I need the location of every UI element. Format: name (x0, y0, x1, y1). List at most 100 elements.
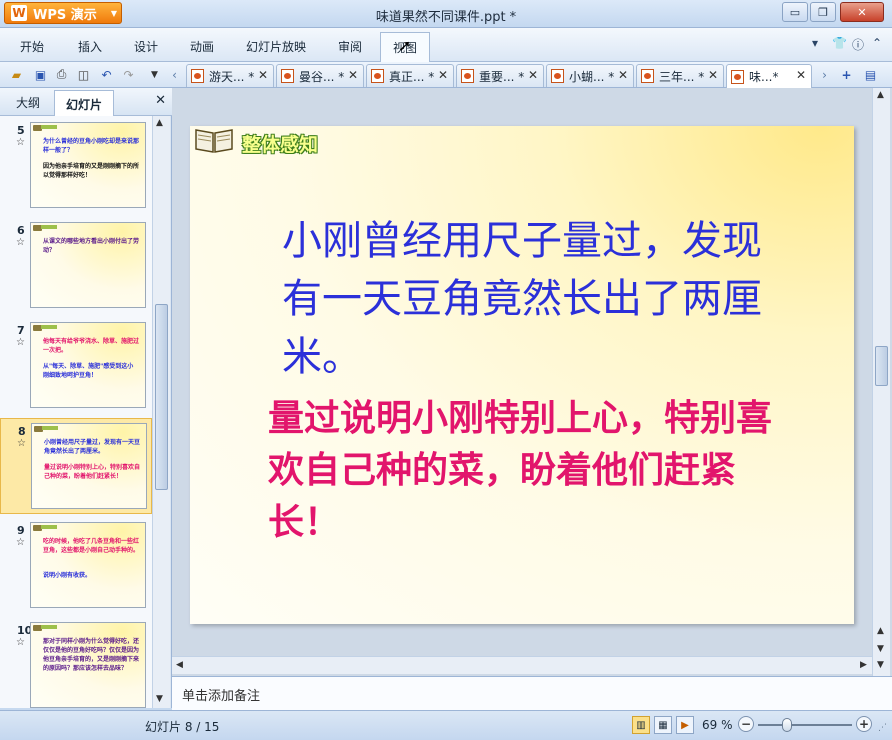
slide-thumbnail[interactable]: 为什么曾经的豆角小刚吃却是来说那样一般了？ 因为他亲手培育的又是刚刚摘下的所以觉得… (30, 122, 146, 208)
print-preview-icon[interactable]: ◫ (75, 66, 92, 83)
open-folder-icon[interactable]: ▰ (8, 66, 25, 83)
tab-close-icon[interactable]: ✕ (618, 68, 628, 82)
menu-review[interactable]: 审阅 (338, 38, 362, 55)
thumbnail-heading-bar (41, 525, 57, 529)
slide-thumbnail-row[interactable]: 7 ☆ 他每天有给爷爷浇水、除草、施肥过一次把。 从"每天、除草、施肥"感受到这小刚细… (0, 318, 152, 414)
thumbnail-text: 他每天有给爷爷浇水、除草、施肥过一次把。 (43, 338, 140, 354)
thumbnail-heading-bar (41, 225, 57, 229)
slide-heading[interactable]: 整体感知 (242, 130, 318, 157)
scroll-right-icon[interactable]: ▶ (860, 660, 867, 670)
slide-thumbnail[interactable]: 他每天有给爷爷浇水、除草、施肥过一次把。 从"每天、除草、施肥"感受到这小刚细致地… (30, 322, 146, 408)
current-slide[interactable]: 整体感知 小刚曾经用尺子量过，发现有一天豆角竟然长出了两厘米。 量过说明小刚特别… (190, 126, 854, 624)
tab-slides[interactable]: 幻灯片 (54, 90, 115, 116)
doc-tab[interactable]: 真正... * ✕ (366, 64, 454, 87)
book-icon (195, 129, 233, 153)
menu-slideshow[interactable]: 幻灯片放映 (246, 38, 306, 55)
quick-toolbar: ▰ ▣ ⎙ ◫ ↶ ↷ ▼ ‹ 游天... * ✕ 曼谷... * ✕ 真正..… (0, 62, 892, 88)
tab-close-icon[interactable]: ✕ (258, 68, 268, 82)
zoom-slider[interactable] (758, 724, 852, 726)
tab-close-icon[interactable]: ✕ (796, 68, 806, 82)
close-icon[interactable]: ✕ (155, 93, 166, 108)
thumbnail-heading-bar (41, 325, 57, 329)
doc-tab[interactable]: 重要... * ✕ (456, 64, 544, 87)
close-button[interactable]: ✕ (840, 2, 884, 22)
print-icon[interactable]: ⎙ (53, 66, 70, 83)
help-icon[interactable]: ⓘ (852, 36, 864, 53)
minimize-button[interactable]: ▭ (782, 2, 808, 22)
slide-thumbnail[interactable]: 吃的时候，他吃了几条豆角和一些红豆角，这些都是小刚自己动手种的。 说明小刚有收获。 (30, 522, 146, 608)
scrollbar-thumb[interactable] (155, 304, 168, 490)
menu-animation[interactable]: 动画 (190, 38, 214, 55)
notes-placeholder[interactable]: 单击添加备注 (182, 685, 260, 704)
slideshow-icon[interactable]: ▶ (676, 716, 694, 734)
slide-text-blue[interactable]: 小刚曾经用尺子量过，发现有一天豆角竟然长出了两厘米。 (282, 212, 792, 386)
tab-close-icon[interactable]: ✕ (438, 68, 448, 82)
doc-tab[interactable]: 游天... * ✕ (186, 64, 274, 87)
thumbnail-text: 从课文的哪些地方看出小刚付出了劳动？ (43, 238, 140, 254)
slide-text-pink[interactable]: 量过说明小刚特别上心，特别喜欢自己种的菜，盼着他们赶紧长！ (268, 392, 788, 548)
doc-tab[interactable]: 小蝴... * ✕ (546, 64, 634, 87)
slide-thumbnail-row[interactable]: 8 ☆ 小刚曾经用尺子量过，发现有一天豆角竟然长出了两厘米。 量过说明小刚特别上心，特… (0, 418, 152, 514)
thumbnail-text: 量过说明小刚特别上心，特别喜欢自己种的菜，盼着他们赶紧长！ (44, 464, 141, 480)
doc-tab[interactable]: 三年... * ✕ (636, 64, 724, 87)
tabs-scroll-left-icon[interactable]: ‹ (166, 66, 183, 83)
thumbnail-scrollbar[interactable]: ▲ ▼ (152, 116, 170, 708)
zoom-out-icon[interactable]: − (738, 716, 754, 732)
slide-thumbnail[interactable]: 那对于同样小刚为什么觉得好吃，还仅仅是他的豆角好吃吗？仅仅是因为他豆角亲手培育的… (30, 622, 146, 708)
redo-icon[interactable]: ↷ (120, 66, 137, 83)
animation-star-icon: ☆ (16, 137, 25, 148)
animation-star-icon: ☆ (17, 438, 26, 449)
slide-thumbnail-row[interactable]: 10 ☆ 那对于同样小刚为什么觉得好吃，还仅仅是他的豆角好吃吗？仅仅是因为他豆角亲手… (0, 618, 152, 708)
resize-grip-icon[interactable]: ⋰ (878, 723, 887, 733)
slide-thumbnail[interactable]: 小刚曾经用尺子量过，发现有一天豆角竟然长出了两厘米。 量过说明小刚特别上心，特别喜… (31, 423, 147, 509)
doc-tab[interactable]: 曼谷... * ✕ (276, 64, 364, 87)
undo-icon[interactable]: ↶ (98, 66, 115, 83)
shirt-icon[interactable]: 👕 (832, 36, 847, 50)
tab-close-icon[interactable]: ✕ (348, 68, 358, 82)
toolbar-dropdown-icon[interactable]: ▼ (146, 66, 163, 83)
normal-view-icon[interactable]: ▥ (632, 716, 650, 734)
mouse-cursor-icon: ➚ (398, 36, 412, 55)
tabs-scroll-right-icon[interactable]: › (816, 66, 833, 83)
scroll-up-icon[interactable]: ▲ (156, 118, 163, 128)
slide-vertical-scrollbar[interactable]: ▲ ▲ ▼ ▼ (872, 88, 890, 676)
restore-button[interactable]: ❐ (810, 2, 836, 22)
tab-close-icon[interactable]: ✕ (708, 68, 718, 82)
next-slide-icon[interactable]: ▼ (877, 644, 884, 654)
skin-icon[interactable]: ▾ (812, 36, 818, 50)
scroll-up-icon[interactable]: ▲ (877, 90, 884, 100)
slide-thumbnail-row[interactable]: 5 ☆ 为什么曾经的豆角小刚吃却是来说那样一般了？ 因为他亲手培育的又是刚刚摘下的所以… (0, 118, 152, 214)
notes-pane[interactable]: 单击添加备注 (172, 676, 892, 710)
zoom-in-icon[interactable]: + (856, 716, 872, 732)
scroll-down-icon[interactable]: ▼ (156, 694, 163, 704)
save-icon[interactable]: ▣ (32, 66, 49, 83)
ppt-file-icon (191, 69, 204, 83)
thumbnail-text: 因为他亲手培育的又是刚刚摘下的所以觉得那样好吃！ (43, 163, 140, 179)
scroll-left-icon[interactable]: ◀ (176, 660, 183, 670)
tab-list-icon[interactable]: ▤ (862, 66, 879, 83)
menu-home[interactable]: 开始 (20, 38, 44, 55)
slide-thumbnail-row[interactable]: 6 ☆ 从课文的哪些地方看出小刚付出了劳动？ (0, 218, 152, 314)
window-title: 味道果然不同课件.ppt * (375, 10, 517, 25)
tab-close-icon[interactable]: ✕ (528, 68, 538, 82)
tab-outline[interactable]: 大纲 (16, 94, 40, 111)
new-tab-icon[interactable]: + (838, 66, 855, 83)
slide-horizontal-scrollbar[interactable]: ◀ ▶ (172, 656, 872, 674)
scroll-down-icon[interactable]: ▲ (877, 626, 884, 636)
zoom-slider-handle[interactable] (782, 718, 793, 732)
slide-thumbnail-row[interactable]: 9 ☆ 吃的时候，他吃了几条豆角和一些红豆角，这些都是小刚自己动手种的。 说明小刚有收… (0, 518, 152, 614)
menu-expand-icon[interactable]: ⌃ (872, 36, 882, 50)
scrollbar-thumb[interactable] (875, 346, 888, 386)
slide-sorter-icon[interactable]: ▦ (654, 716, 672, 734)
slide-number: 6 (17, 224, 25, 237)
slide-number: 9 (17, 524, 25, 537)
menu-design[interactable]: 设计 (134, 38, 158, 55)
slide-number: 8 (18, 425, 26, 438)
zoom-level[interactable]: 69 % (702, 718, 733, 732)
menu-insert[interactable]: 插入 (78, 38, 102, 55)
slide-thumbnail[interactable]: 从课文的哪些地方看出小刚付出了劳动？ (30, 222, 146, 308)
doc-tab-active[interactable]: 味...* ✕ (726, 64, 812, 88)
scroll-down-icon[interactable]: ▼ (877, 660, 884, 670)
panel-tabs: 大纲 幻灯片 ✕ (0, 88, 172, 116)
thumbnail-text: 为什么曾经的豆角小刚吃却是来说那样一般了？ (43, 138, 140, 154)
